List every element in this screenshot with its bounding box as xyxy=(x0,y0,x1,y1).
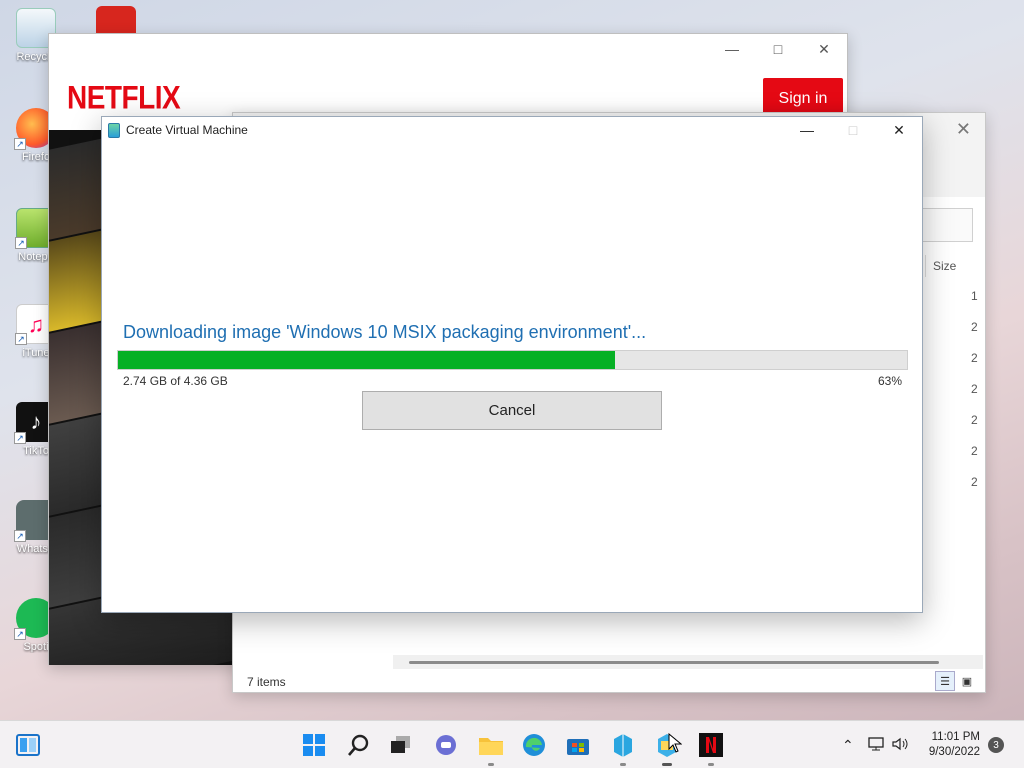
size-cell: 2 xyxy=(971,413,978,427)
running-indicator xyxy=(620,763,626,766)
size-cell: 2 xyxy=(971,382,978,396)
edge-icon[interactable] xyxy=(520,731,548,759)
progress-percent: 63% xyxy=(877,374,902,388)
view-toggle: ☰ ▣ xyxy=(935,671,977,691)
column-header-size[interactable]: Size xyxy=(933,259,956,273)
minimize-icon[interactable]: — xyxy=(784,117,830,143)
widgets-icon[interactable] xyxy=(14,731,42,759)
progress-fill xyxy=(118,351,616,369)
store-icon[interactable] xyxy=(564,731,592,759)
create-virtual-machine-dialog: Create Virtual Machine — □ ✕ Downloading… xyxy=(101,116,923,613)
netflix-icon[interactable] xyxy=(697,731,725,766)
window-controls: — □ ✕ xyxy=(709,34,847,64)
close-icon[interactable]: ✕ xyxy=(801,34,847,64)
running-indicator xyxy=(708,763,714,766)
column-divider xyxy=(925,255,926,277)
dialog-title: Create Virtual Machine xyxy=(126,123,248,137)
taskbar: ⌃ 11:01 PM 9/30/2022 3 xyxy=(0,720,1024,768)
clock-date: 9/30/2022 xyxy=(928,746,980,758)
status-item-count: 7 items xyxy=(247,675,286,689)
search-icon[interactable] xyxy=(345,731,373,759)
size-cell: 2 xyxy=(971,444,978,458)
size-cell: 2 xyxy=(971,320,978,334)
details-view-icon[interactable]: ☰ xyxy=(935,671,955,691)
download-message: Downloading image 'Windows 10 MSIX packa… xyxy=(123,322,647,342)
chevron-up-icon[interactable]: ⌃ xyxy=(842,737,854,754)
close-icon[interactable]: ✕ xyxy=(956,119,971,140)
tiles-view-icon[interactable]: ▣ xyxy=(957,671,977,691)
file-explorer-icon[interactable] xyxy=(477,731,505,766)
progress-bar xyxy=(117,350,908,370)
maximize-icon[interactable]: □ xyxy=(755,34,801,64)
size-cell: 2 xyxy=(971,351,978,365)
clock-time: 11:01 PM xyxy=(931,731,980,743)
cancel-button[interactable]: Cancel xyxy=(362,391,662,430)
maximize-icon: □ xyxy=(848,122,858,138)
volume-icon[interactable] xyxy=(892,737,908,754)
start-icon[interactable] xyxy=(300,731,328,759)
progress-size-text: 2.74 GB of 4.36 GB xyxy=(123,374,228,388)
window-controls: — □ ✕ xyxy=(784,117,922,143)
size-column: 1 2 2 2 2 2 2 xyxy=(971,289,978,506)
netflix-logo: NETFLIX xyxy=(67,79,181,116)
mouse-cursor-icon xyxy=(668,729,682,757)
notification-badge[interactable]: 3 xyxy=(988,737,1004,753)
app-icon xyxy=(108,123,120,138)
msix-packaging-tool-icon[interactable] xyxy=(609,731,637,766)
system-tray: ⌃ xyxy=(842,721,908,768)
scrollbar-thumb[interactable] xyxy=(409,661,939,664)
close-icon[interactable]: ✕ xyxy=(876,117,922,143)
size-cell: 1 xyxy=(971,289,978,303)
running-indicator xyxy=(662,763,672,766)
running-indicator xyxy=(488,763,494,766)
teams-chat-icon[interactable] xyxy=(432,731,460,759)
task-view-icon[interactable] xyxy=(387,731,415,759)
clock[interactable]: 11:01 PM 9/30/2022 xyxy=(929,730,980,760)
minimize-icon[interactable]: — xyxy=(709,34,755,64)
network-icon[interactable] xyxy=(868,736,884,754)
size-cell: 2 xyxy=(971,475,978,489)
horizontal-scrollbar[interactable] xyxy=(393,655,983,669)
